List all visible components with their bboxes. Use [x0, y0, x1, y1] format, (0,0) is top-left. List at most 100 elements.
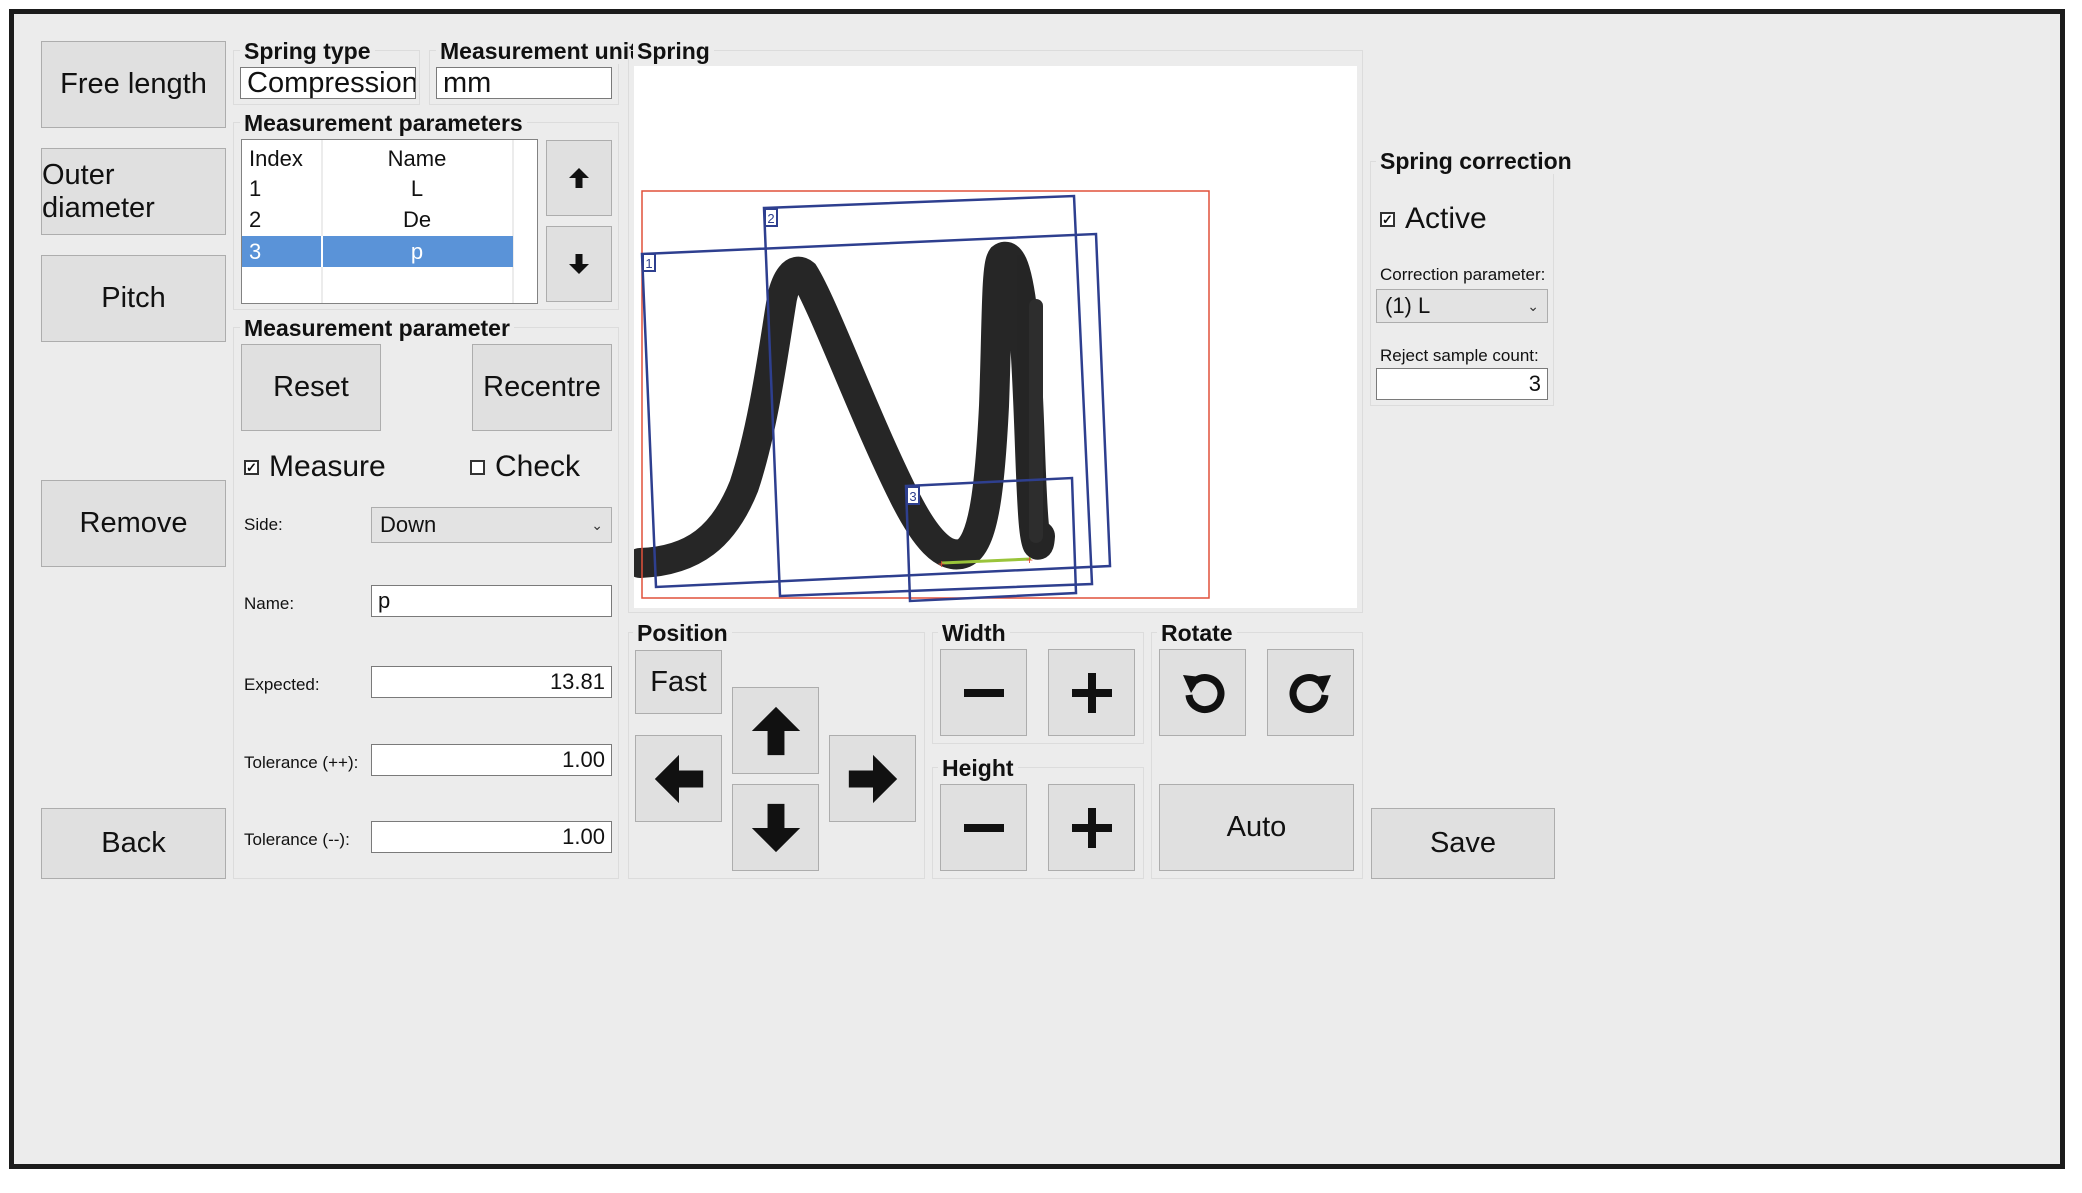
pitch-label: Pitch [101, 282, 166, 314]
measure-label: Measure [269, 450, 386, 483]
side-label: Side: [244, 515, 283, 534]
measurement-parameters-title: Measurement parameters [240, 110, 527, 136]
spring-type-title: Spring type [240, 38, 375, 64]
side-select-value: Down [380, 512, 437, 537]
outer-diameter-button[interactable]: Outer diameter [41, 148, 226, 235]
measure-checkbox[interactable]: ✓ Measure [244, 450, 386, 484]
measurement-unit-title: Measurement unit [436, 38, 641, 64]
active-checkbox[interactable]: ✓ Active [1380, 202, 1487, 236]
rotate-ccw-icon [1182, 673, 1224, 713]
move-down-button[interactable] [546, 226, 612, 302]
rotate-left-button[interactable] [1159, 649, 1246, 736]
parameters-grid[interactable]: Index Name 1 L 2 De 3 p [241, 139, 538, 304]
rotate-title: Rotate [1157, 620, 1237, 646]
height-title: Height [938, 755, 1018, 781]
roi-2-label: 2 [767, 211, 774, 226]
minus-icon [963, 688, 1004, 697]
table-row-selected[interactable]: 3 p [242, 236, 513, 267]
spring-title: Spring [633, 38, 714, 64]
roi-3-label: 3 [909, 489, 916, 504]
arrow-down-icon [751, 803, 800, 852]
width-decrease-button[interactable] [940, 649, 1027, 736]
arrow-right-icon [848, 754, 897, 803]
arrow-left-icon [654, 754, 703, 803]
auto-label: Auto [1226, 811, 1287, 843]
active-checkbox-box: ✓ [1380, 211, 1395, 227]
width-increase-button[interactable] [1048, 649, 1135, 736]
row-name: De [402, 207, 432, 232]
move-up-button[interactable] [546, 140, 612, 216]
auto-button[interactable]: Auto [1159, 784, 1354, 871]
spring-correction-title: Spring correction [1376, 148, 1576, 174]
reset-label: Reset [273, 371, 349, 403]
move-left-button[interactable] [635, 735, 722, 822]
check-checkbox-box [470, 459, 485, 475]
reject-sample-count-label: Reject sample count: [1380, 346, 1539, 365]
arrow-up-icon [751, 706, 800, 755]
main-window: Free length Outer diameter Pitch Remove … [9, 9, 2065, 1169]
spring-type-field[interactable]: Compression [240, 67, 416, 99]
tolerance-plus-field[interactable]: 1.00 [371, 744, 612, 776]
back-button[interactable]: Back [41, 808, 226, 879]
check-checkbox[interactable]: Check [470, 450, 580, 484]
table-row[interactable]: 1 L [242, 173, 513, 204]
arrow-down-icon [569, 254, 589, 274]
position-title: Position [633, 620, 732, 646]
spring-image-view[interactable]: 1 2 3 + + [625, 66, 1357, 608]
correction-parameter-select[interactable]: (1) L ⌄ [1376, 289, 1548, 323]
plus-icon [1071, 672, 1112, 713]
roi-1-label: 1 [645, 256, 652, 271]
reset-button[interactable]: Reset [241, 344, 381, 431]
free-length-label: Free length [60, 68, 207, 100]
row-index: 1 [249, 176, 262, 201]
recentre-button[interactable]: Recentre [472, 344, 612, 431]
measure-point-start: + [938, 557, 945, 571]
expected-label: Expected: [244, 675, 320, 694]
remove-label: Remove [79, 507, 188, 539]
chevron-down-icon: ⌄ [591, 516, 603, 533]
spring-image [625, 241, 1055, 578]
height-decrease-button[interactable] [940, 784, 1027, 871]
minus-icon [963, 823, 1004, 832]
measure-point-end: + [1026, 553, 1033, 567]
grid-header-name: Name [387, 146, 447, 171]
fast-label: Fast [650, 665, 707, 698]
correction-parameter-label: Correction parameter: [1380, 265, 1546, 284]
save-label: Save [1429, 827, 1497, 859]
free-length-button[interactable]: Free length [41, 41, 226, 128]
table-row[interactable]: 2 De [242, 204, 513, 235]
check-label: Check [495, 450, 581, 483]
chevron-down-icon: ⌄ [1527, 297, 1539, 314]
height-increase-button[interactable] [1048, 784, 1135, 871]
measurement-parameter-title: Measurement parameter [240, 315, 514, 341]
tolerance-minus-field[interactable]: 1.00 [371, 821, 612, 853]
save-button[interactable]: Save [1371, 808, 1555, 879]
remove-button[interactable]: Remove [41, 480, 226, 567]
name-field[interactable]: p [371, 585, 612, 617]
row-index: 2 [249, 207, 262, 232]
measure-checkbox-box: ✓ [244, 459, 259, 475]
correction-parameter-value: (1) L [1385, 293, 1431, 318]
move-down-position-button[interactable] [732, 784, 819, 871]
width-title: Width [938, 620, 1010, 646]
plus-icon [1071, 807, 1112, 848]
reject-sample-count-field[interactable]: 3 [1376, 368, 1548, 400]
name-label: Name: [244, 594, 295, 613]
recentre-label: Recentre [483, 371, 601, 403]
arrow-up-icon [569, 168, 589, 188]
row-name: L [410, 176, 424, 201]
measurement-unit-field[interactable]: mm [436, 67, 612, 99]
pitch-button[interactable]: Pitch [41, 255, 226, 342]
move-right-button[interactable] [829, 735, 916, 822]
rotate-right-button[interactable] [1267, 649, 1354, 736]
outer-diameter-label: Outer diameter [42, 158, 155, 224]
row-name: p [410, 239, 424, 264]
rotate-cw-icon [1289, 673, 1331, 713]
grid-header-index: Index [249, 146, 303, 171]
move-up-position-button[interactable] [732, 687, 819, 774]
side-select[interactable]: Down ⌄ [371, 507, 612, 543]
expected-field[interactable]: 13.81 [371, 666, 612, 698]
fast-button[interactable]: Fast [635, 650, 722, 714]
row-index: 3 [249, 239, 262, 264]
spring-canvas: 1 2 3 + + [625, 190, 1210, 603]
